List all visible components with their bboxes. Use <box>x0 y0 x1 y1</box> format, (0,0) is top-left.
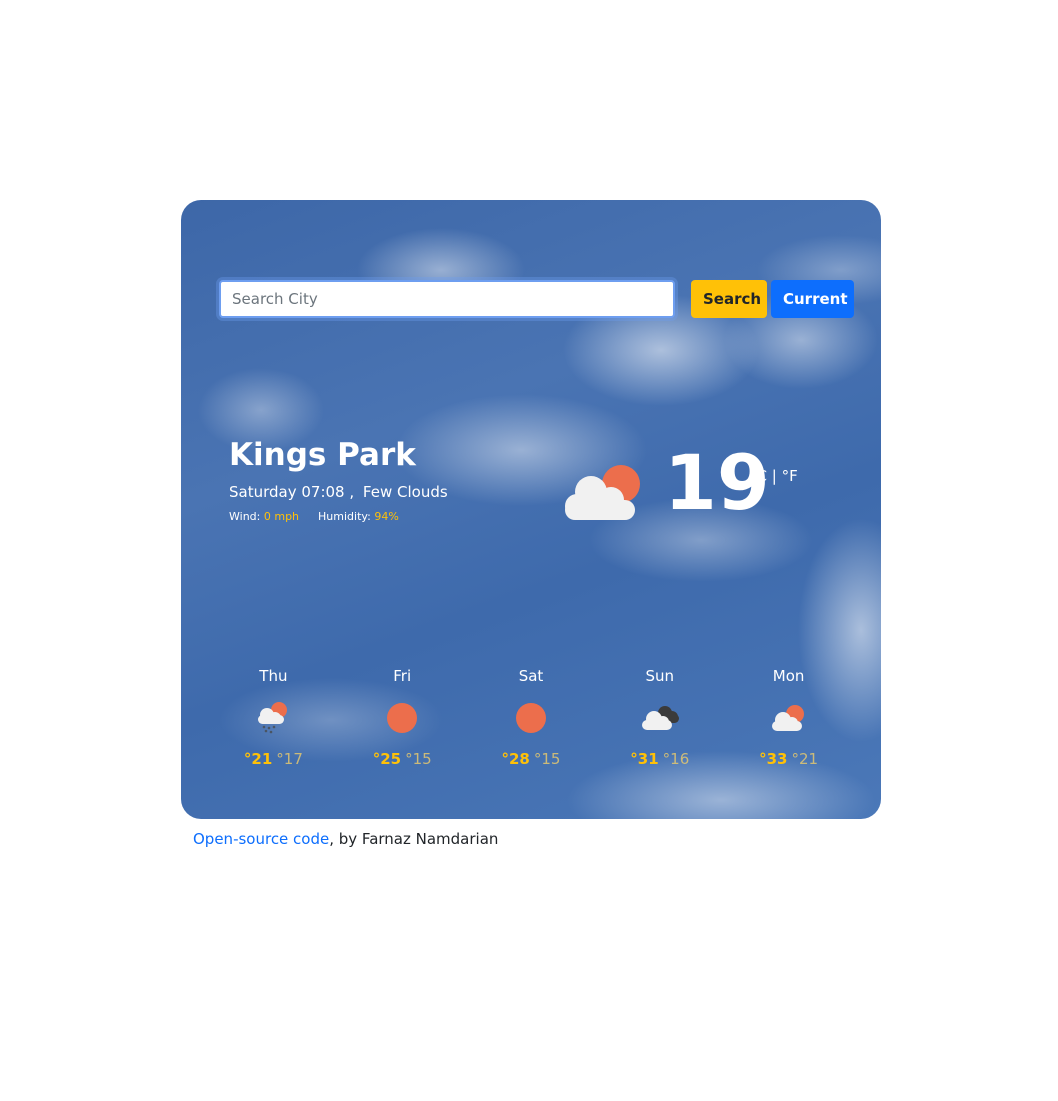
sun-icon <box>387 703 418 733</box>
cloud-sun-icon <box>565 465 640 520</box>
page: Search Current Kings Park Saturday 07:08… <box>0 0 1058 1101</box>
wind-label: Wind: <box>229 510 261 523</box>
humidity-label: Humidity: <box>318 510 371 523</box>
forecast-max-temp: °21 <box>243 750 273 768</box>
forecast-temps: °28 °15 <box>467 750 596 768</box>
author-credit: , by Farnaz Namdarian <box>329 830 499 848</box>
wind-value: 0 mph <box>263 510 300 523</box>
forecast-day: Fri °25 °15 <box>338 666 467 768</box>
dark-cloud-icon <box>641 706 679 730</box>
day-time: Saturday 07:08 , <box>229 483 355 501</box>
humidity-value: 94% <box>374 510 399 523</box>
weather-description: Few Clouds <box>362 483 448 501</box>
forecast-min-temp: °21 <box>791 750 819 768</box>
rain-cloud-sun-icon <box>258 702 288 734</box>
forecast-max-temp: °33 <box>759 750 788 768</box>
sun-icon <box>515 703 546 733</box>
forecast-day-name: Thu <box>259 667 288 685</box>
search-button[interactable]: Search <box>691 280 767 318</box>
forecast-min-temp: °16 <box>662 750 690 768</box>
forecast-day: Sat °28 °15 <box>467 666 596 768</box>
forecast-max-temp: °31 <box>630 750 659 768</box>
forecast-day-name: Sun <box>645 667 675 685</box>
forecast-day-name: Mon <box>772 667 805 685</box>
forecast-min-temp: °17 <box>276 750 303 768</box>
unit-toggle[interactable]: °C | °F <box>749 467 798 485</box>
forecast-temps: °31 °16 <box>595 750 724 768</box>
footer-credit: Open-source code, by Farnaz Namdarian <box>193 830 498 848</box>
search-city-input[interactable] <box>219 280 675 318</box>
weather-card: Search Current Kings Park Saturday 07:08… <box>181 200 881 819</box>
date-description: Saturday 07:08 , Few Clouds <box>229 483 448 501</box>
forecast-day: Thu °21 °17 <box>209 666 338 768</box>
forecast-min-temp: °15 <box>405 750 432 768</box>
cloud-sun-icon <box>771 705 804 731</box>
forecast-row: Thu °21 °17 Fri °25 °15 Sat °28 °15 Sun … <box>209 666 853 768</box>
forecast-max-temp: °28 <box>501 750 530 768</box>
forecast-temps: °21 °17 <box>209 750 338 768</box>
forecast-day: Sun °31 °16 <box>595 666 724 768</box>
forecast-temps: °25 °15 <box>338 750 467 768</box>
weather-details: Wind: 0 mph Humidity: 94% <box>229 510 399 523</box>
forecast-temps: °33 °21 <box>724 750 853 768</box>
forecast-max-temp: °25 <box>372 750 402 768</box>
forecast-day: Mon °33 °21 <box>724 666 853 768</box>
forecast-day-name: Sat <box>518 667 544 685</box>
forecast-day-name: Fri <box>393 667 412 685</box>
current-location-button[interactable]: Current <box>771 280 854 318</box>
city-name: Kings Park <box>229 437 416 473</box>
open-source-link[interactable]: Open-source code <box>193 830 329 848</box>
forecast-min-temp: °15 <box>533 750 561 768</box>
search-bar: Search Current <box>219 280 854 318</box>
